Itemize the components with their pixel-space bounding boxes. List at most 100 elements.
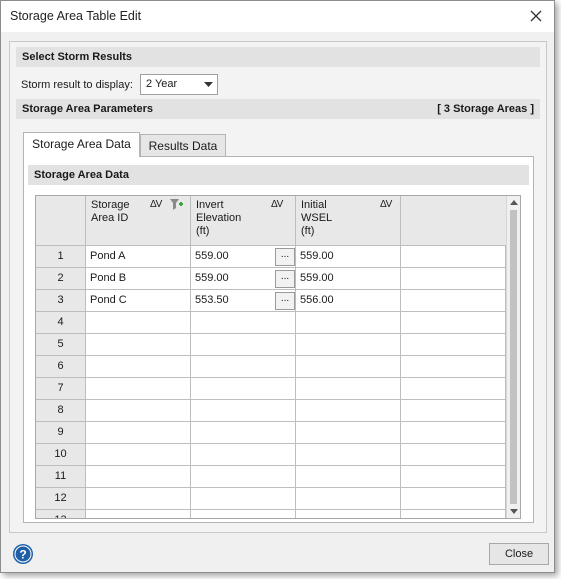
row-number-text: 11 [54,470,67,482]
invert-elevation-cell[interactable] [191,400,296,422]
empty-cell[interactable] [401,488,506,510]
initial-wsel-cell[interactable] [296,510,401,518]
row-number-text: 6 [57,360,64,372]
scroll-down-icon[interactable] [510,507,518,515]
tab-results-data[interactable]: Results Data [140,134,226,157]
sort-icon[interactable]: ΔV [150,198,162,211]
column-header-storage-area-id[interactable]: Storage Area ID ΔV [86,196,191,246]
ellipsis-button[interactable]: ... [275,248,295,266]
storage-area-id-cell[interactable] [86,334,191,356]
row-number: 6 [36,356,86,378]
storage-area-id-cell[interactable]: Pond A [86,246,191,268]
storage-area-id-cell[interactable] [86,510,191,518]
invert-elevation-cell[interactable] [191,444,296,466]
row-number: 7 [36,378,86,400]
initial-wsel-cell[interactable] [296,488,401,510]
storage-area-id-cell[interactable]: Pond B [86,268,191,290]
storage-area-id-cell[interactable] [86,378,191,400]
close-icon[interactable] [526,6,546,26]
chevron-down-icon [204,82,213,87]
initial-wsel-cell[interactable] [296,422,401,444]
help-icon[interactable]: ? [12,543,34,565]
invert-elevation-cell[interactable]: 553.50... [191,290,296,312]
sort-icon[interactable]: ΔV [271,198,283,211]
table-row[interactable]: 10 [36,444,506,466]
row-number: 1 [36,246,86,268]
table-row[interactable]: 4 [36,312,506,334]
invert-elevation-cell-text: 559.00 [195,250,229,262]
storage-area-id-cell[interactable] [86,444,191,466]
empty-cell[interactable] [401,334,506,356]
initial-wsel-cell[interactable] [296,444,401,466]
empty-cell[interactable] [401,466,506,488]
invert-elevation-cell[interactable] [191,466,296,488]
vertical-scrollbar[interactable] [506,196,520,518]
empty-cell[interactable] [401,290,506,312]
scroll-up-icon[interactable] [510,199,518,207]
empty-cell[interactable] [401,444,506,466]
storage-area-id-cell[interactable] [86,466,191,488]
table-row[interactable]: 1 Pond A 559.00... 559.00 [36,246,506,268]
column-header-initial-wsel[interactable]: Initial WSEL (ft) ΔV [296,196,401,246]
table-row[interactable]: 8 [36,400,506,422]
empty-cell[interactable] [401,422,506,444]
initial-wsel-cell[interactable]: 559.00 [296,246,401,268]
empty-cell[interactable] [401,510,506,518]
initial-wsel-cell[interactable] [296,356,401,378]
empty-cell[interactable] [401,356,506,378]
storage-area-id-cell[interactable]: Pond C [86,290,191,312]
table-row[interactable]: 3 Pond C 553.50... 556.00 [36,290,506,312]
initial-wsel-cell[interactable] [296,334,401,356]
initial-wsel-cell[interactable]: 559.00 [296,268,401,290]
invert-elevation-cell[interactable]: 559.00... [191,246,296,268]
invert-elevation-cell[interactable]: 559.00... [191,268,296,290]
invert-elevation-cell[interactable] [191,378,296,400]
sort-icon[interactable]: ΔV [380,198,392,211]
column-header-invert-elevation[interactable]: Invert Elevation (ft) ΔV [191,196,296,246]
table-row[interactable]: 7 [36,378,506,400]
filter-add-icon[interactable] [170,199,184,211]
close-button[interactable]: Close [489,543,549,565]
column-header-line: WSEL [301,212,333,224]
select-storm-results-heading: Select Storm Results [16,47,540,67]
storm-result-dropdown[interactable]: 2 Year [140,74,218,95]
initial-wsel-cell-text: 559.00 [300,250,334,262]
initial-wsel-cell-text: 559.00 [300,272,334,284]
svg-text:?: ? [19,548,26,562]
tab-storage-area-data[interactable]: Storage Area Data [23,132,140,157]
storage-area-id-cell[interactable] [86,312,191,334]
invert-elevation-cell[interactable] [191,510,296,518]
invert-elevation-cell[interactable] [191,334,296,356]
empty-cell[interactable] [401,246,506,268]
initial-wsel-cell[interactable] [296,400,401,422]
table-row[interactable]: 6 [36,356,506,378]
scrollbar-thumb[interactable] [510,210,517,504]
ellipsis-button[interactable]: ... [275,270,295,288]
table-row[interactable]: 13 [36,510,506,518]
invert-elevation-cell[interactable] [191,312,296,334]
initial-wsel-cell[interactable] [296,378,401,400]
table-row[interactable]: 5 [36,334,506,356]
storage-area-id-cell[interactable] [86,422,191,444]
empty-cell[interactable] [401,400,506,422]
storage-area-data-heading: Storage Area Data [28,165,529,185]
invert-elevation-cell[interactable] [191,356,296,378]
initial-wsel-cell[interactable]: 556.00 [296,290,401,312]
row-header-corner [36,196,86,246]
storage-area-id-cell[interactable] [86,400,191,422]
storage-area-id-cell[interactable] [86,356,191,378]
table-row[interactable]: 12 [36,488,506,510]
table-row[interactable]: 11 [36,466,506,488]
empty-cell[interactable] [401,378,506,400]
invert-elevation-cell[interactable] [191,422,296,444]
initial-wsel-cell[interactable] [296,312,401,334]
storage-area-id-cell[interactable] [86,488,191,510]
ellipsis-button[interactable]: ... [275,292,295,310]
empty-cell[interactable] [401,268,506,290]
initial-wsel-cell[interactable] [296,466,401,488]
empty-cell[interactable] [401,312,506,334]
invert-elevation-cell[interactable] [191,488,296,510]
row-number-text: 5 [57,338,64,350]
table-row[interactable]: 2 Pond B 559.00... 559.00 [36,268,506,290]
table-row[interactable]: 9 [36,422,506,444]
